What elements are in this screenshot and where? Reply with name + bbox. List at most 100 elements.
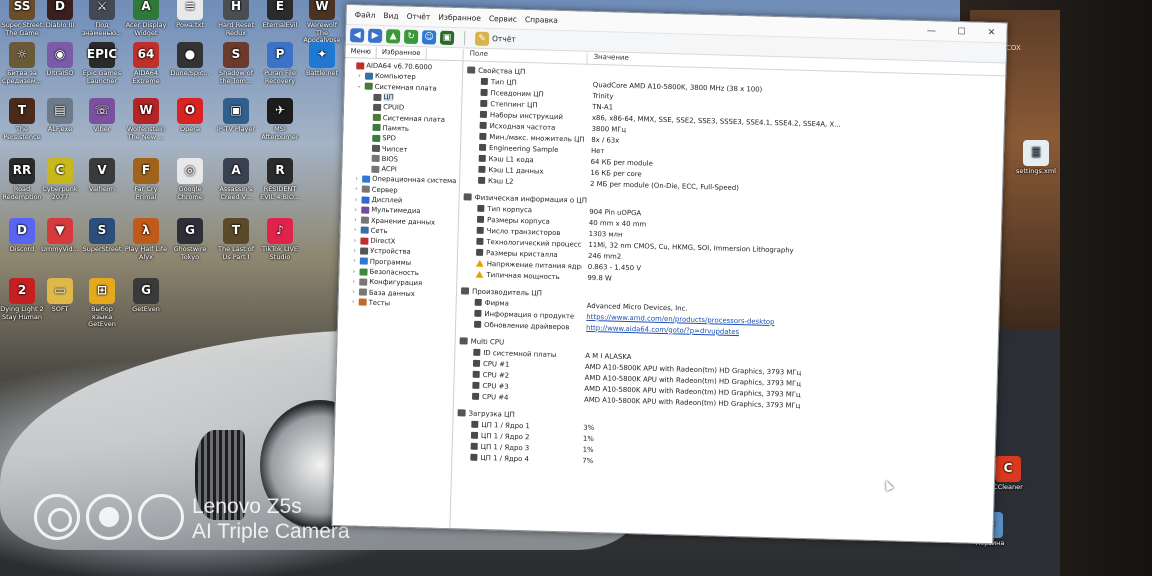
value-cell: 1303 млн: [588, 229, 623, 239]
field-label: Размеры кристалла: [486, 248, 558, 259]
tree-node-label: Мультимедиа: [371, 206, 421, 216]
desktop-icon[interactable]: G Ghostwire Tokyo: [168, 218, 212, 261]
forward-arrow-icon[interactable]: ▶: [367, 28, 383, 43]
desktop-icon[interactable]: F Far Cry Primal: [124, 158, 168, 201]
desktop-icon[interactable]: ◉ UltraISO: [38, 42, 82, 78]
minimize-button[interactable]: —: [916, 25, 946, 36]
tree-expander-icon[interactable]: ›: [351, 247, 358, 254]
menu-item[interactable]: Вид: [383, 11, 398, 20]
section-icon: [460, 287, 470, 295]
desktop-icon[interactable]: D Diablo III: [38, 0, 82, 30]
maximize-button[interactable]: ☐: [946, 26, 976, 37]
desktop-icon[interactable]: W Werewolf The Apocalypse: [300, 0, 344, 45]
tab-menu[interactable]: Меню: [345, 46, 378, 58]
toolbar-separator: [463, 30, 466, 45]
tree-expander-icon[interactable]: ›: [353, 175, 360, 182]
field-icon: [476, 226, 484, 234]
app-icon: ☏: [89, 98, 115, 124]
desktop-icon[interactable]: G GetEven: [124, 278, 168, 314]
tree-expander-icon[interactable]: ›: [350, 299, 357, 306]
desktop-icon[interactable]: P Puran File Recovery: [258, 42, 302, 85]
tree-expander-icon[interactable]: ›: [350, 288, 357, 295]
desktop-icon-label: Opera: [180, 125, 200, 133]
refresh-icon[interactable]: ↻: [403, 29, 419, 44]
desktop-icon[interactable]: ▭ SOFT: [38, 278, 82, 314]
up-arrow-icon[interactable]: ▲: [385, 28, 401, 44]
desktop-icon-label: Shadow of the Tom...: [219, 69, 253, 85]
desktop-icon[interactable]: ◎ Google Chrome: [168, 158, 212, 201]
desktop-icon-label: Ghostwire Tokyo: [173, 245, 207, 261]
tree-expander-icon[interactable]: ›: [350, 278, 357, 285]
value-cell: A M I ALASKA: [585, 351, 632, 361]
desktop-icon[interactable]: ≣ settings.xml: [1014, 140, 1058, 176]
value-cell: TN-A1: [592, 102, 614, 111]
desktop-icon[interactable]: O Opera: [168, 98, 212, 134]
menu-item[interactable]: Отчёт: [407, 12, 431, 22]
desktop-icon[interactable]: ☏ Viber: [80, 98, 124, 134]
app-icon: SS: [9, 0, 35, 20]
field-label: ЦП 1 / Ядро 4: [480, 453, 530, 463]
desktop-icon[interactable]: ✦ Battle.net: [300, 42, 344, 78]
app-icon: 2: [9, 278, 35, 304]
report-button[interactable]: ✎ Отчёт: [474, 31, 516, 46]
tree-node-label: CPUID: [383, 103, 405, 112]
section-title: Multi CPU: [470, 337, 505, 347]
tree-expander-icon[interactable]: ⌄: [356, 83, 363, 90]
tree-node[interactable]: › Тесты: [341, 297, 456, 311]
desktop-icon[interactable]: λ Play Half Life Alyx: [124, 218, 168, 261]
menu-item[interactable]: Справка: [525, 15, 558, 25]
tree-expander-icon[interactable]: ›: [356, 72, 363, 79]
desktop-icon[interactable]: S Shadow of the Tom...: [214, 42, 258, 85]
section-icon: [467, 66, 476, 74]
tree-expander-icon[interactable]: ›: [352, 227, 359, 234]
tree-node-label: Тесты: [368, 298, 391, 308]
desktop-icon[interactable]: 64 AIDA64 Extreme: [124, 42, 168, 85]
tree-expander-icon[interactable]: ›: [351, 258, 358, 265]
user-icon[interactable]: ☺: [421, 29, 437, 45]
desktop-icon[interactable]: ▤ ALF.exe: [38, 98, 82, 134]
tree-expander-icon[interactable]: ›: [352, 206, 359, 213]
camera-watermark-logo: [34, 494, 184, 540]
desktop-icon[interactable]: H Hard Reset Redux: [214, 0, 258, 37]
back-arrow-icon[interactable]: ◀: [349, 27, 365, 43]
desktop-icon[interactable]: A Acer Display Widget: [124, 0, 168, 37]
value-cell: 64 КБ per module: [590, 157, 654, 168]
tree-expander-icon[interactable]: ›: [351, 237, 358, 244]
desktop-icon[interactable]: E EternalEvil: [258, 0, 302, 30]
desktop-icon[interactable]: ⊞ Выбор языка GetEven: [80, 278, 124, 329]
desktop-icon[interactable]: ▼ UmmyVid...: [38, 218, 82, 254]
desktop-icon[interactable]: ▣ IP-TV Player: [214, 98, 258, 134]
tree-expander-icon[interactable]: ›: [352, 196, 359, 203]
tree-node-label: ACPI: [381, 165, 397, 174]
desktop-icon[interactable]: ♪ TikTok LIVE Studio: [258, 218, 302, 261]
tree-node-icon: [362, 175, 371, 183]
value-cell: 1%: [582, 434, 595, 443]
tree-expander-icon[interactable]: ›: [352, 216, 359, 223]
tab-favorites[interactable]: Избранное: [376, 46, 427, 60]
desktop-icon[interactable]: ✈ MSI Afterburner: [258, 98, 302, 141]
desktop-icon[interactable]: W Wolfenstein The New ...: [124, 98, 168, 141]
desktop-icon[interactable]: T The Last of Us Part I: [214, 218, 258, 261]
column-value[interactable]: Значение: [587, 53, 629, 65]
menu-item[interactable]: Избранное: [438, 13, 481, 23]
tree-expander-icon[interactable]: ›: [350, 268, 357, 275]
field-icon: [474, 309, 482, 317]
desktop-icon[interactable]: A Assassin's Creed V...: [214, 158, 258, 201]
desktop-icon[interactable]: ⚔ Под знаменью...: [80, 0, 124, 37]
section-title: Свойства ЦП: [478, 66, 526, 76]
close-button[interactable]: ✕: [976, 27, 1006, 38]
field-icon: [480, 77, 488, 85]
menu-item[interactable]: Сервис: [489, 14, 517, 24]
tree-expander-icon[interactable]: ›: [353, 185, 360, 193]
desktop-icon[interactable]: V Valheim: [80, 158, 124, 194]
menu-item[interactable]: Файл: [355, 10, 376, 20]
tree-node-label: Системная плата: [374, 82, 437, 93]
desktop-icon[interactable]: ● Dune.Spic...: [168, 42, 212, 78]
tree-node-label: Хранение данных: [370, 216, 436, 227]
desktop-icon[interactable]: S SuperStreet: [80, 218, 124, 254]
desktop-icon[interactable]: R RESIDENT EVIL 4 BIO...: [258, 158, 302, 201]
desktop-icon[interactable]: EPIC Epic Games Launcher: [80, 42, 124, 85]
desktop-icon[interactable]: C Cyberpunk 2077: [38, 158, 82, 201]
monitor-icon[interactable]: ▣: [439, 30, 455, 45]
desktop-icon[interactable]: ≡ Рома.txt: [168, 0, 212, 30]
